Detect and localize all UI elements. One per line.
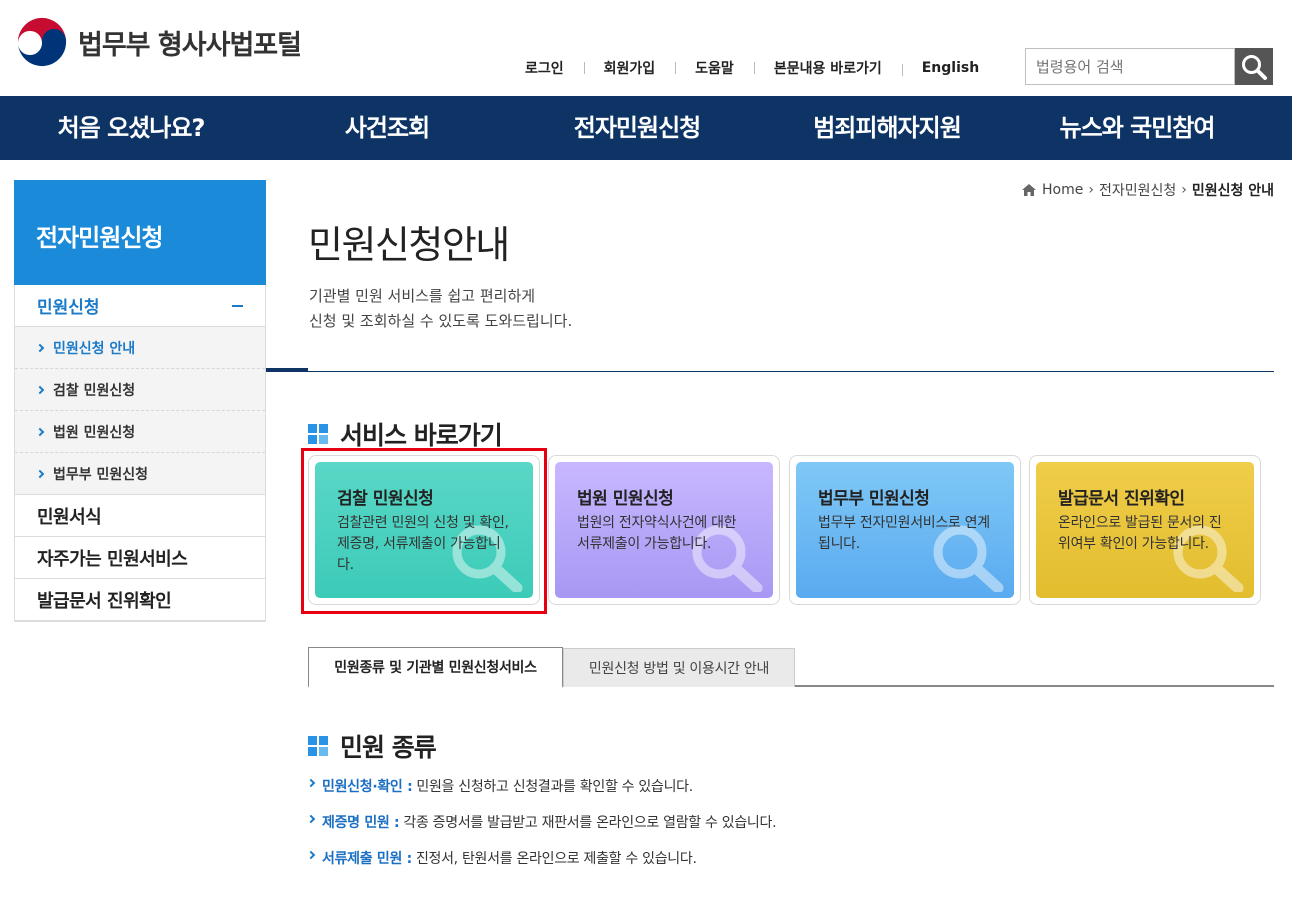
breadcrumb-current: 민원신청 안내 — [1191, 183, 1274, 199]
title-divider-accent — [266, 368, 308, 372]
kind-description: 민원을 신청하고 신청결과를 확인할 수 있습니다. — [416, 779, 693, 795]
card-title: 법무부 민원신청 — [818, 489, 930, 509]
sidebar: 전자민원신청 민원신청 민원신청 안내 검찰 민원신청 법원 민원신청 법무부 … — [14, 180, 266, 622]
services-section-label: 서비스 바로가기 — [340, 421, 503, 450]
chevron-right-icon — [35, 427, 45, 436]
card-description: 온라인으로 발급된 문서의 진위여부 확인이 가능합니다. — [1058, 515, 1222, 552]
nav-first-visit[interactable]: 처음 오셨나요? — [0, 96, 262, 160]
nav-news-participation[interactable]: 뉴스와 국민참여 — [1012, 96, 1262, 160]
skip-to-content-link[interactable]: 본문내용 바로가기 — [753, 58, 902, 78]
card-description: 법원의 전자약식사건에 대한 서류제출이 가능합니다. — [577, 515, 737, 552]
sidebar-item-petition-guide[interactable]: 민원신청 안내 — [15, 327, 265, 369]
site-logo[interactable]: 법무부 형사사법포털 — [14, 14, 302, 70]
section-bullet-icon — [308, 736, 328, 756]
tab-petition-method-hours[interactable]: 민원신청 방법 및 이용시간 안내 — [563, 648, 795, 687]
tab-petition-services[interactable]: 민원종류 및 기관별 민원신청서비스 — [308, 647, 563, 688]
sidebar-menu: 민원신청 민원신청 안내 검찰 민원신청 법원 민원신청 법무부 민원신청 민원… — [14, 285, 266, 622]
page-title: 민원신청안내 — [308, 223, 510, 267]
sidebar-item-label: 민원신청 안내 — [53, 340, 136, 357]
card-description: 검찰관련 민원의 신청 및 확인, 제증명, 서류제출이 가능합니다. — [337, 515, 509, 573]
chevron-right-icon — [306, 814, 316, 824]
chevron-right-icon — [35, 469, 45, 478]
sidebar-group-petition[interactable]: 민원신청 — [15, 285, 265, 327]
breadcrumb-separator-icon: › — [1088, 182, 1094, 198]
list-item: 서류제출 민원 : 진정서, 탄원서를 온라인으로 제출할 수 있습니다. — [306, 848, 776, 884]
page-description: 기관별 민원 서비스를 쉽고 편리하게 신청 및 조회하실 수 있도록 도와드립… — [309, 284, 572, 334]
kind-description: 진정서, 탄원서를 온라인으로 제출할 수 있습니다. — [415, 851, 697, 867]
kinds-list: 민원신청·확인 : 민원을 신청하고 신청결과를 확인할 수 있습니다. 제증명… — [306, 776, 777, 884]
english-link[interactable]: English — [901, 60, 999, 76]
sidebar-item-prosecution[interactable]: 검찰 민원신청 — [15, 369, 265, 411]
list-item: 제증명 민원 : 각종 증명서를 발급받고 재판서를 온라인으로 열람할 수 있… — [306, 812, 777, 848]
nav-e-petition[interactable]: 전자민원신청 — [512, 96, 762, 160]
chevron-right-icon — [35, 343, 45, 352]
kind-term: 서류제출 민원 : — [322, 851, 412, 867]
nav-case-lookup[interactable]: 사건조회 — [262, 96, 512, 160]
sidebar-item-label: 법원 민원신청 — [53, 424, 136, 441]
sidebar-item-court[interactable]: 법원 민원신청 — [15, 411, 265, 453]
kinds-section-title: 민원 종류 — [308, 728, 437, 764]
home-icon — [1022, 184, 1036, 196]
search-button[interactable] — [1235, 48, 1273, 85]
main-nav: 처음 오셨나요? 사건조회 전자민원신청 범죄피해자지원 뉴스와 국민참여 — [0, 96, 1292, 160]
nav-victim-support[interactable]: 범죄피해자지원 — [762, 96, 1012, 160]
taegeuk-emblem-icon — [15, 15, 69, 69]
signup-link[interactable]: 회원가입 — [583, 58, 676, 78]
card-title: 발급문서 진위확인 — [1058, 489, 1185, 509]
sidebar-group-label: 민원신청 — [37, 298, 100, 318]
sidebar-item-ministry[interactable]: 법무부 민원신청 — [15, 453, 265, 495]
chevron-right-icon — [35, 385, 45, 394]
kind-term: 민원신청·확인 : — [322, 779, 413, 795]
service-card-court[interactable]: 법원 민원신청 법원의 전자약식사건에 대한 서류제출이 가능합니다. — [548, 455, 780, 605]
card-title: 법원 민원신청 — [577, 489, 674, 509]
logo-text: 법무부 형사사법포털 — [78, 29, 302, 61]
header: 법무부 형사사법포털 로그인 회원가입 도움말 본문내용 바로가기 Englis… — [0, 0, 1292, 96]
utility-nav: 로그인 회원가입 도움말 본문내용 바로가기 English — [505, 58, 999, 78]
service-card-document-verify[interactable]: 발급문서 진위확인 온라인으로 발급된 문서의 진위여부 확인이 가능합니다. — [1029, 455, 1261, 605]
sidebar-item-forms[interactable]: 민원서식 — [15, 495, 265, 537]
collapse-minus-icon[interactable] — [232, 304, 243, 307]
service-card-ministry[interactable]: 법무부 민원신청 법무부 전자민원서비스로 연계됩니다. — [789, 455, 1021, 605]
sidebar-item-frequent-services[interactable]: 자주가는 민원서비스 — [15, 537, 265, 579]
search-icon — [1242, 54, 1267, 80]
section-bullet-icon — [308, 424, 328, 444]
kind-description: 각종 증명서를 발급받고 재판서를 온라인으로 열람할 수 있습니다. — [403, 815, 777, 831]
sidebar-item-label: 검찰 민원신청 — [53, 382, 136, 399]
sidebar-item-label: 법무부 민원신청 — [53, 466, 149, 483]
breadcrumb-level1[interactable]: 전자민원신청 — [1099, 180, 1176, 200]
login-link[interactable]: 로그인 — [505, 58, 584, 78]
page-description-line: 기관별 민원 서비스를 쉽고 편리하게 — [309, 287, 536, 305]
search-input[interactable] — [1025, 48, 1235, 85]
chevron-right-icon — [306, 850, 316, 860]
kinds-section-label: 민원 종류 — [340, 733, 437, 762]
services-section-title: 서비스 바로가기 — [308, 416, 503, 452]
kind-term: 제증명 민원 : — [322, 815, 400, 831]
content-tabs: 민원종류 및 기관별 민원신청서비스 민원신청 방법 및 이용시간 안내 — [308, 647, 1274, 688]
sidebar-submenu: 민원신청 안내 검찰 민원신청 법원 민원신청 법무부 민원신청 — [15, 327, 265, 495]
title-divider — [266, 371, 1274, 372]
search-box — [1025, 48, 1273, 85]
help-link[interactable]: 도움말 — [675, 58, 754, 78]
breadcrumb: Home › 전자민원신청 › 민원신청 안내 — [1022, 180, 1274, 200]
page-description-line: 신청 및 조회하실 수 있도록 도와드립니다. — [309, 312, 573, 330]
chevron-right-icon — [306, 778, 316, 788]
sidebar-item-document-verify[interactable]: 발급문서 진위확인 — [15, 579, 265, 621]
sidebar-title: 전자민원신청 — [14, 180, 266, 285]
card-description: 법무부 전자민원서비스로 연계됩니다. — [818, 515, 990, 552]
breadcrumb-home[interactable]: Home — [1042, 182, 1083, 198]
breadcrumb-separator-icon: › — [1181, 182, 1187, 198]
list-item: 민원신청·확인 : 민원을 신청하고 신청결과를 확인할 수 있습니다. — [306, 776, 776, 812]
